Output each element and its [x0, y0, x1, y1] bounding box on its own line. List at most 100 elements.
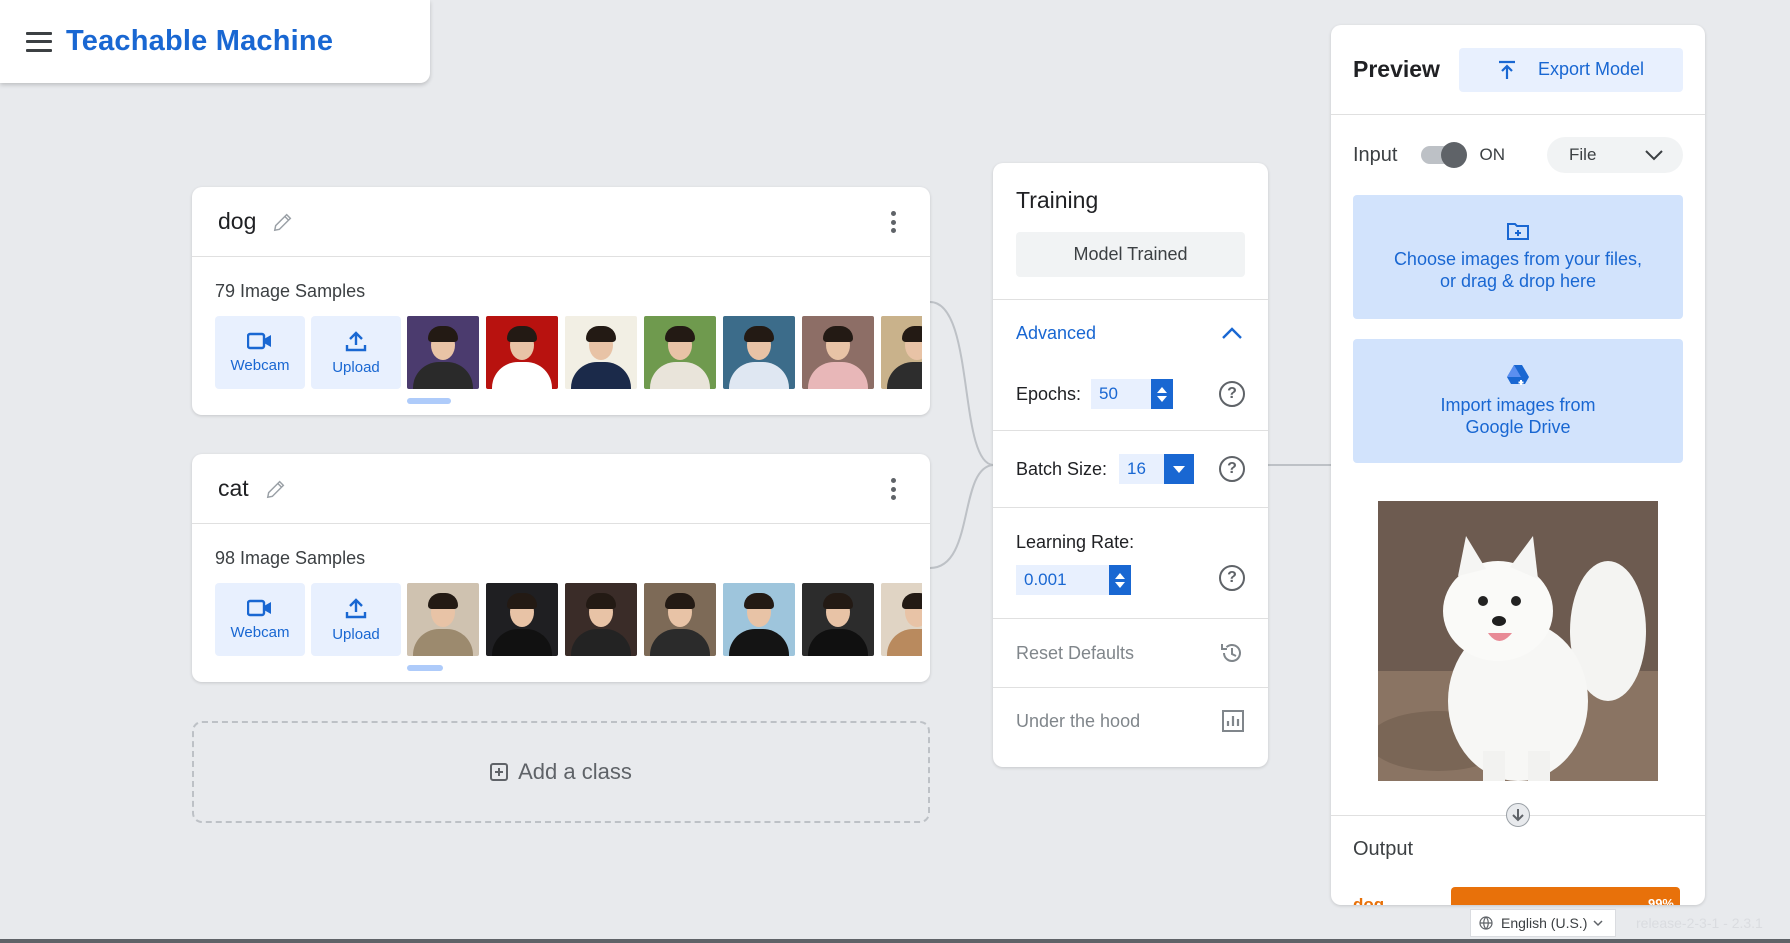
dog-photo — [1378, 501, 1658, 781]
epochs-input[interactable]: 50 — [1091, 379, 1174, 409]
scroll-indicator[interactable] — [407, 665, 443, 671]
google-drive-icon — [1507, 364, 1529, 385]
upload-button[interactable]: Upload — [311, 583, 401, 656]
more-options-icon[interactable] — [890, 478, 896, 500]
more-options-icon[interactable] — [890, 211, 896, 233]
sample-thumbnail[interactable] — [723, 316, 795, 389]
class-card-header: dog — [192, 187, 930, 257]
reset-defaults-row[interactable]: Reset Defaults — [993, 619, 1268, 687]
sample-row: Webcam Upload — [215, 583, 922, 656]
learning-rate-input[interactable]: 0.001 — [1016, 565, 1131, 595]
input-image-preview — [1378, 501, 1658, 781]
google-drive-button[interactable]: Import images from Google Drive — [1353, 339, 1683, 463]
upload-icon — [345, 331, 367, 352]
sample-thumbnail[interactable] — [407, 316, 479, 389]
history-icon[interactable] — [1219, 640, 1245, 666]
batch-size-value: 16 — [1127, 459, 1146, 478]
sample-thumbnail[interactable] — [723, 583, 795, 656]
export-model-button[interactable]: Export Model — [1459, 47, 1683, 92]
sample-thumbnail[interactable] — [407, 583, 479, 656]
epochs-label: Epochs: — [1016, 383, 1082, 404]
learning-rate-value: 0.001 — [1024, 570, 1067, 589]
under-the-hood-row[interactable]: Under the hood — [993, 688, 1268, 754]
sample-row: Webcam Upload — [215, 316, 922, 389]
choose-files-line2: or drag & drop here — [1439, 271, 1597, 291]
webcam-label: Webcam — [230, 624, 290, 641]
sample-thumbnail[interactable] — [565, 316, 637, 389]
under-the-hood-label: Under the hood — [1016, 710, 1141, 731]
class-name[interactable]: dog — [218, 208, 256, 235]
class-card-dog: dog 79 Image Samples Webcam Upload — [192, 187, 930, 415]
export-icon — [1498, 60, 1515, 79]
train-model-button[interactable]: Model Trained — [1016, 232, 1245, 277]
help-icon[interactable]: ? — [1219, 456, 1245, 482]
upload-button[interactable]: Upload — [311, 316, 401, 389]
sample-thumbnail[interactable] — [486, 316, 558, 389]
drive-line2: Google Drive — [1465, 417, 1571, 437]
choose-files-line1: Choose images from your files, — [1393, 248, 1643, 269]
webcam-icon — [247, 332, 271, 350]
language-value: English (U.S.) — [1501, 915, 1588, 931]
batch-size-row: Batch Size: 16 ? — [993, 431, 1268, 507]
add-class-button[interactable]: Add a class — [192, 721, 930, 823]
bar-chart-icon[interactable] — [1221, 709, 1245, 733]
reset-defaults-label: Reset Defaults — [1016, 642, 1135, 663]
hamburger-icon[interactable] — [26, 31, 52, 52]
epochs-stepper[interactable] — [1151, 379, 1174, 409]
output-class-label: dog — [1353, 895, 1385, 905]
sample-thumbnail[interactable] — [565, 583, 637, 656]
arrow-down-icon[interactable] — [1506, 803, 1530, 827]
sample-thumbnail[interactable] — [881, 583, 922, 656]
class-name[interactable]: cat — [218, 475, 249, 502]
training-title: Training — [1016, 187, 1099, 213]
language-select[interactable]: English (U.S.) — [1470, 909, 1616, 937]
class-card-header: cat — [192, 454, 930, 524]
input-source-select[interactable]: File — [1547, 137, 1683, 173]
preview-panel: Preview Export Model Input ON File Choos… — [1331, 25, 1705, 905]
webcam-label: Webcam — [230, 357, 290, 374]
input-toggle[interactable] — [1421, 142, 1468, 168]
toggle-state: ON — [1479, 145, 1505, 164]
help-icon[interactable]: ? — [1219, 381, 1245, 407]
sample-thumbnail[interactable] — [644, 583, 716, 656]
chevron-up-icon[interactable] — [1221, 326, 1243, 340]
chevron-down-icon — [1645, 149, 1663, 160]
advanced-toggle[interactable]: Advanced — [993, 300, 1268, 366]
help-icon[interactable]: ? — [1219, 565, 1245, 591]
drive-line1: Import images from — [1440, 394, 1596, 415]
sample-thumbnail[interactable] — [802, 316, 874, 389]
webcam-icon — [247, 599, 271, 617]
page-bottom-border — [0, 939, 1790, 943]
output-confidence-value: 99% — [1647, 896, 1674, 905]
sample-thumbnail[interactable] — [802, 583, 874, 656]
globe-icon — [1479, 916, 1493, 930]
app-header: Teachable Machine — [0, 0, 430, 83]
pencil-icon[interactable] — [270, 209, 296, 235]
batch-size-label: Batch Size: — [1016, 458, 1108, 479]
samples-count: 98 Image Samples — [215, 548, 366, 568]
dropdown-arrow-icon[interactable] — [1164, 454, 1195, 484]
learning-rate-label: Learning Rate: — [1016, 532, 1135, 552]
preview-header: Preview Export Model — [1331, 25, 1705, 115]
webcam-button[interactable]: Webcam — [215, 583, 305, 656]
sample-thumbnail[interactable] — [881, 316, 922, 389]
file-drop-zone[interactable]: Choose images from your files, or drag &… — [1353, 195, 1683, 319]
scroll-indicator[interactable] — [407, 398, 451, 404]
input-label: Input — [1353, 143, 1398, 166]
app-title[interactable]: Teachable Machine — [66, 25, 333, 58]
upload-icon — [345, 598, 367, 619]
sample-thumbnail[interactable] — [644, 316, 716, 389]
learning-rate-stepper[interactable] — [1109, 565, 1131, 595]
upload-label: Upload — [332, 626, 380, 643]
input-row: Input ON File — [1331, 115, 1705, 195]
advanced-label: Advanced — [1016, 322, 1097, 343]
batch-size-select[interactable]: 16 — [1119, 454, 1195, 484]
epochs-row: Epochs: 50 ? — [993, 366, 1268, 422]
upload-label: Upload — [332, 359, 380, 376]
webcam-button[interactable]: Webcam — [215, 316, 305, 389]
add-class-label: Add a class — [518, 759, 632, 784]
sample-thumbnail[interactable] — [486, 583, 558, 656]
output-confidence-bar: 99% — [1451, 887, 1680, 905]
pencil-icon[interactable] — [263, 476, 289, 502]
epochs-value: 50 — [1099, 384, 1118, 403]
